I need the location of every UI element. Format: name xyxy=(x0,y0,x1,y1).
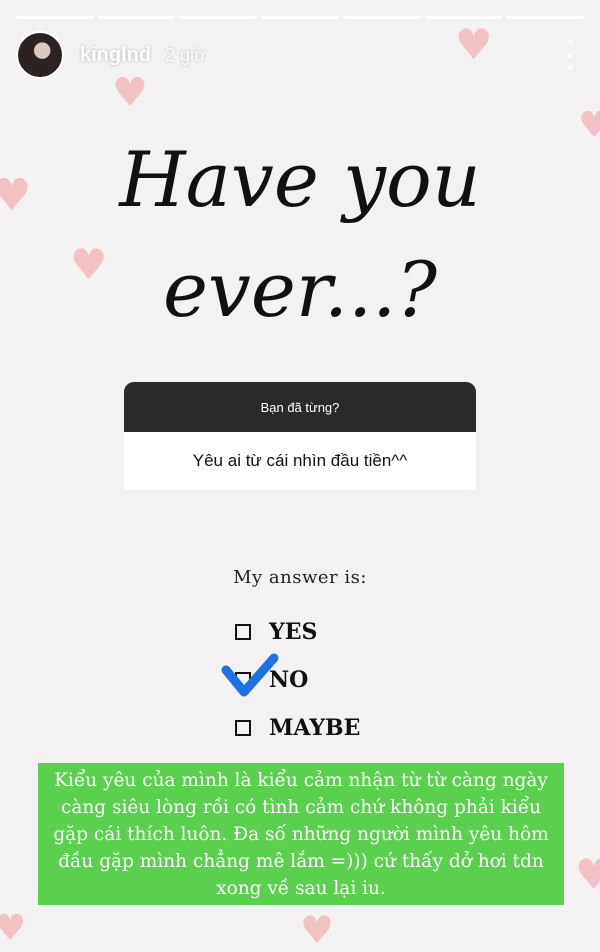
checkmark-icon xyxy=(221,653,279,697)
progress-segment xyxy=(506,16,585,19)
option-yes: YES xyxy=(235,617,317,647)
story-header: kinglnd 2 giờ xyxy=(16,30,584,80)
heart-icon: ♥ xyxy=(300,908,335,952)
checkbox-icon xyxy=(235,720,251,736)
progress-segment xyxy=(16,16,94,19)
progress-segment xyxy=(424,16,503,19)
heart-icon: ♥ xyxy=(575,850,600,899)
option-label: YES xyxy=(269,619,318,645)
caption-box: Kiểu yêu của mình là kiểu cảm nhận từ từ… xyxy=(38,763,564,905)
option-maybe: MAYBE xyxy=(235,713,360,743)
caption-text: Kiểu yêu của mình là kiểu cảm nhận từ từ… xyxy=(53,769,549,899)
answer-label: My answer is: xyxy=(233,567,367,588)
question-sticker: Bạn đã từng? Yêu ai từ cái nhìn đầu tiền… xyxy=(124,382,476,490)
title-line-2: ever...? xyxy=(162,245,438,334)
more-options-icon[interactable] xyxy=(566,40,574,70)
progress-segment xyxy=(97,16,176,19)
progress-segment xyxy=(342,16,421,19)
checkbox-icon xyxy=(235,624,251,640)
username[interactable]: kinglnd xyxy=(80,44,151,67)
option-label: MAYBE xyxy=(269,715,361,741)
question-answer: Yêu ai từ cái nhìn đầu tiền^^ xyxy=(124,432,476,490)
avatar[interactable] xyxy=(16,31,64,79)
title-line-1: Have you xyxy=(119,135,481,224)
story-progress-bar xyxy=(16,16,585,19)
progress-segment xyxy=(179,16,258,19)
post-time: 2 giờ xyxy=(165,44,206,65)
progress-segment xyxy=(261,16,339,19)
question-header: Bạn đã từng? xyxy=(124,382,476,432)
